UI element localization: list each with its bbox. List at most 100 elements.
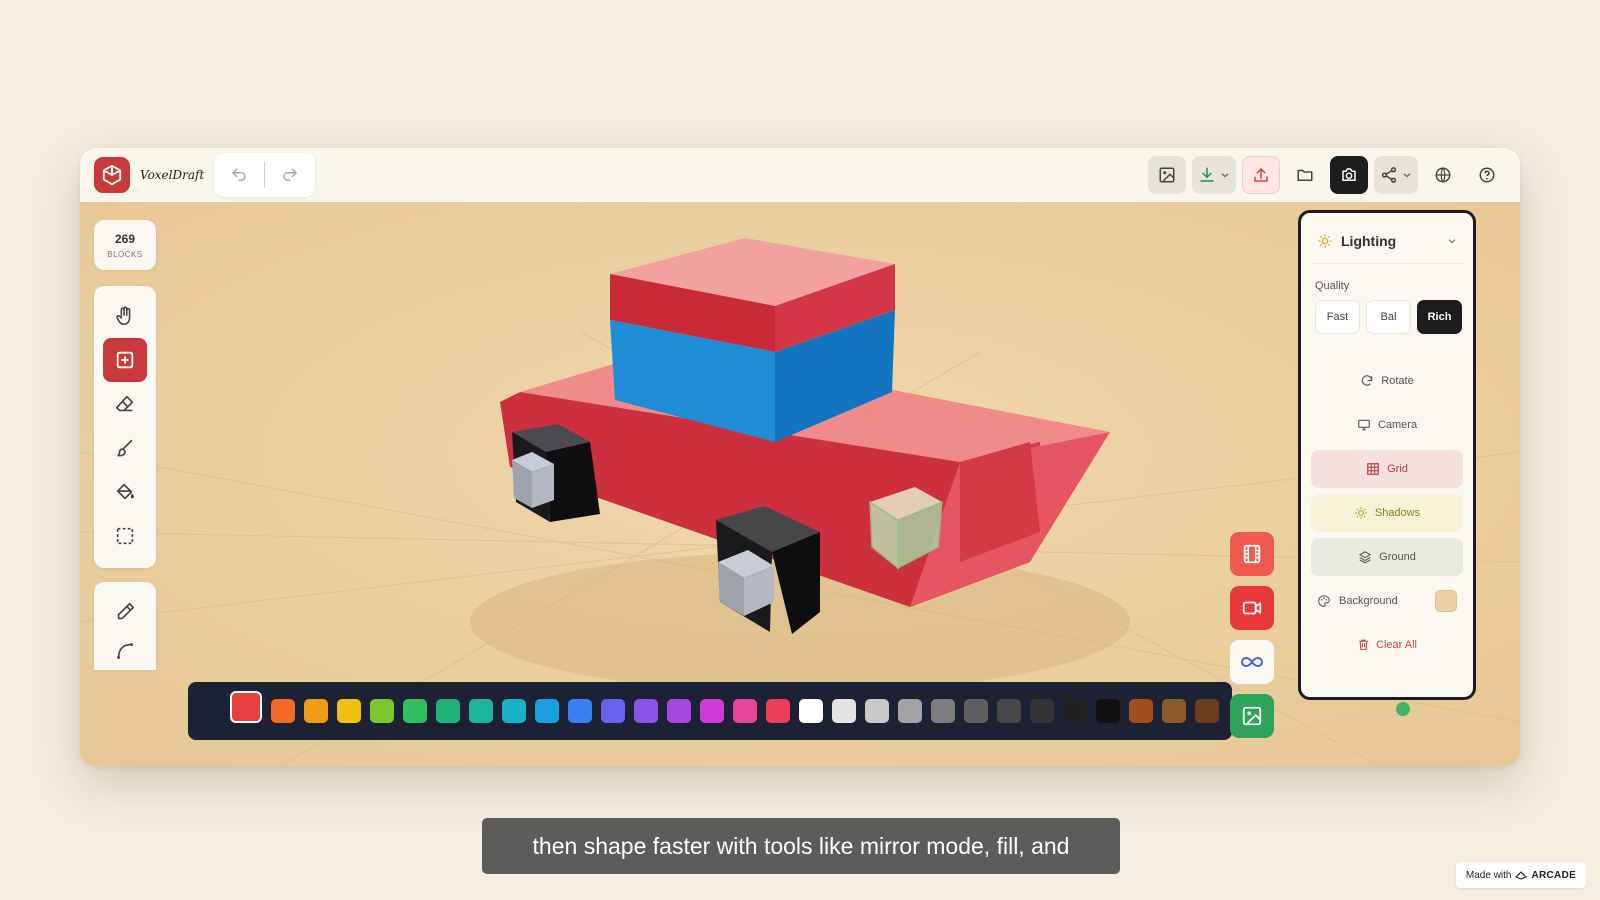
select-tool[interactable] — [103, 514, 147, 558]
quality-fast[interactable]: Fast — [1315, 300, 1360, 334]
color-swatch[interactable] — [964, 699, 988, 723]
animation-button[interactable] — [1230, 532, 1274, 576]
color-swatch[interactable] — [898, 699, 922, 723]
selection-icon — [116, 527, 134, 545]
color-swatch[interactable] — [304, 699, 328, 723]
share-button[interactable] — [1374, 156, 1418, 194]
color-swatch[interactable] — [1162, 699, 1186, 723]
eraser-tool[interactable] — [103, 382, 147, 426]
made-with-badge[interactable]: Made with ARCADE — [1456, 862, 1586, 888]
layers-icon — [1359, 551, 1371, 564]
color-swatch[interactable] — [436, 699, 460, 723]
plus-square-icon — [116, 351, 134, 369]
video-camera-icon — [1242, 601, 1262, 615]
color-swatch[interactable] — [667, 699, 691, 723]
help-icon — [1479, 167, 1495, 183]
color-swatch[interactable] — [832, 699, 856, 723]
grid-toggle[interactable]: Grid — [1311, 450, 1463, 488]
cube-icon — [102, 164, 122, 186]
color-swatch[interactable] — [733, 699, 757, 723]
paint-bucket-icon — [116, 483, 134, 500]
color-swatch[interactable] — [799, 699, 823, 723]
upload-icon — [1254, 167, 1268, 182]
help-button[interactable] — [1468, 156, 1506, 194]
color-swatch[interactable] — [535, 699, 559, 723]
eyedropper-tool[interactable] — [103, 592, 147, 631]
brush-tool[interactable] — [103, 426, 147, 470]
video-caption: then shape faster with tools like mirror… — [482, 818, 1120, 874]
record-video-button[interactable] — [1230, 586, 1274, 630]
panel-header[interactable]: Lighting — [1311, 227, 1463, 264]
pan-tool[interactable] — [103, 294, 147, 338]
app-logo[interactable] — [94, 157, 130, 193]
color-swatch[interactable] — [1063, 699, 1087, 723]
color-swatch[interactable] — [568, 699, 592, 723]
app-name: VoxelDraft — [140, 168, 205, 182]
color-swatch[interactable] — [370, 699, 394, 723]
ground-label: Ground — [1379, 551, 1416, 563]
quality-balanced[interactable]: Bal — [1366, 300, 1411, 334]
color-swatch[interactable] — [469, 699, 493, 723]
made-with-brand: ARCADE — [1531, 869, 1577, 881]
camera-icon — [1342, 168, 1356, 181]
camera-view-button[interactable]: Camera — [1311, 406, 1463, 444]
camera-label: Camera — [1377, 419, 1418, 431]
floating-actions — [1230, 532, 1274, 738]
color-swatch[interactable] — [271, 699, 295, 723]
add-block-tool[interactable] — [103, 338, 147, 382]
3d-viewport[interactable]: 269 BLOCKS Lighting Quality Fast Bal Ric… — [80, 202, 1520, 766]
ground-toggle[interactable]: Ground — [1311, 538, 1463, 576]
gallery-button[interactable] — [1230, 694, 1274, 738]
background-setting: Background — [1311, 590, 1463, 612]
loop-button[interactable] — [1230, 640, 1274, 684]
block-counter: 269 BLOCKS — [94, 220, 156, 270]
shadows-toggle[interactable]: Shadows — [1311, 494, 1463, 532]
color-swatch[interactable] — [634, 699, 658, 723]
quality-rich[interactable]: Rich — [1417, 300, 1462, 334]
grid-icon — [1367, 463, 1379, 475]
background-color-swatch[interactable] — [1435, 590, 1457, 612]
clear-all-button[interactable]: Clear All — [1311, 638, 1463, 651]
chevron-down-icon — [1403, 173, 1411, 178]
eraser-icon — [115, 395, 134, 412]
color-swatch[interactable] — [601, 699, 625, 723]
brush-icon — [117, 439, 133, 457]
color-swatch[interactable] — [997, 699, 1021, 723]
curve-tool[interactable] — [103, 631, 147, 670]
infinity-icon — [1241, 656, 1263, 668]
color-swatch[interactable] — [1195, 699, 1219, 723]
panel-title: Lighting — [1341, 233, 1397, 249]
color-swatch[interactable] — [931, 699, 955, 723]
upload-button[interactable] — [1242, 156, 1280, 194]
rotate-button[interactable]: Rotate — [1311, 362, 1463, 400]
chevron-down-icon[interactable] — [1447, 236, 1457, 246]
download-button[interactable] — [1192, 156, 1236, 194]
color-swatches — [230, 691, 1219, 723]
history-controls — [214, 153, 316, 197]
film-icon — [1243, 544, 1261, 564]
rotate-label: Rotate — [1381, 375, 1414, 387]
made-with-prefix: Made with — [1465, 869, 1512, 881]
image-import-button[interactable] — [1148, 156, 1186, 194]
screenshot-button[interactable] — [1330, 156, 1368, 194]
open-folder-button[interactable] — [1286, 156, 1324, 194]
block-count: 269 — [114, 231, 136, 246]
color-swatch[interactable] — [230, 691, 262, 723]
color-swatch[interactable] — [700, 699, 724, 723]
color-swatch[interactable] — [403, 699, 427, 723]
color-swatch[interactable] — [337, 699, 361, 723]
fill-tool[interactable] — [103, 470, 147, 514]
chevron-down-icon — [1221, 173, 1229, 178]
trash-icon — [1359, 639, 1368, 650]
color-swatch[interactable] — [1030, 699, 1054, 723]
color-swatch[interactable] — [1096, 699, 1120, 723]
undo-button[interactable] — [222, 158, 256, 192]
color-swatch[interactable] — [865, 699, 889, 723]
download-icon — [1200, 167, 1214, 182]
color-swatch[interactable] — [766, 699, 790, 723]
redo-button[interactable] — [273, 158, 307, 192]
background-label: Background — [1339, 595, 1398, 607]
color-swatch[interactable] — [1129, 699, 1153, 723]
language-button[interactable] — [1424, 156, 1462, 194]
color-swatch[interactable] — [502, 699, 526, 723]
